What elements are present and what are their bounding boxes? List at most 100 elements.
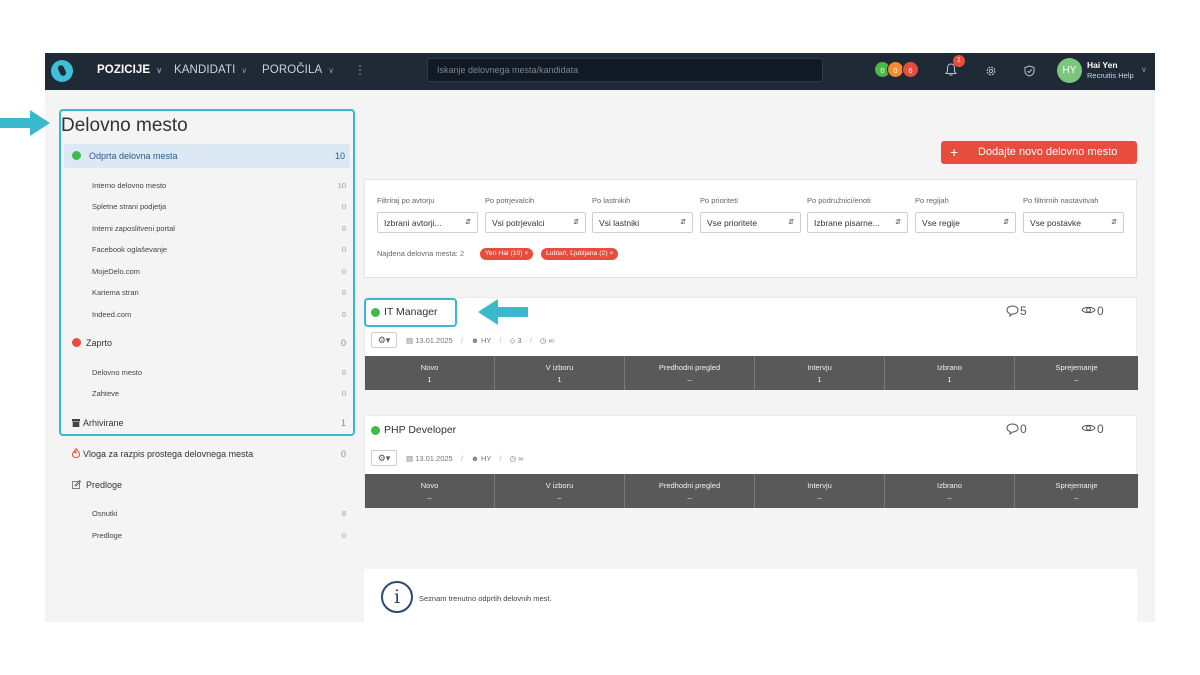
badge-red: 6 bbox=[902, 61, 919, 78]
stage-cell[interactable]: V izboru – bbox=[495, 474, 625, 508]
stage-name: Intervju bbox=[807, 363, 832, 372]
avatar[interactable]: HY bbox=[1057, 58, 1082, 83]
stage-cell[interactable]: Izbrano – bbox=[885, 474, 1015, 508]
stage-value: – bbox=[557, 493, 562, 502]
stage-cell[interactable]: Izbrano 1 bbox=[885, 356, 1015, 390]
filter-branch-select[interactable]: Izbrane pisarne... ⇵ bbox=[807, 212, 908, 233]
filter-priority-select[interactable]: Vse prioritete ⇵ bbox=[700, 212, 801, 233]
filter-panel: Filtriraj po avtorju Izbrani avtorji... ⇵… bbox=[364, 179, 1137, 278]
filter-label: Po podružnici/enoti bbox=[807, 196, 871, 205]
top-navigation: POZICIJE ∨ KANDIDATI ∨ POROČILA ∨ ⋮ Iskanje… bbox=[45, 53, 1155, 90]
stage-cell[interactable]: Intervju – bbox=[755, 474, 885, 508]
stage-cell[interactable]: Novo – bbox=[365, 474, 495, 508]
sidebar-subitem-templates[interactable]: Predloge 0 bbox=[92, 531, 346, 540]
filter-value: Vsi potrjevalci bbox=[492, 218, 545, 228]
info-text: Seznam trenutno odprtih delovnih mest. bbox=[419, 594, 552, 603]
user-icon: ☻ bbox=[471, 336, 479, 345]
stage-bar: Novo – V izboru – Predhodni pregled – Inter… bbox=[365, 474, 1138, 508]
shield-icon[interactable] bbox=[1024, 65, 1035, 77]
filter-author-select[interactable]: Izbrani avtorji... ⇵ bbox=[377, 212, 478, 233]
sidebar-item-count: 0 bbox=[340, 449, 346, 459]
filter-label: Po regijah bbox=[915, 196, 949, 205]
sidebar-item-label: Vloga za razpis prostega delovnega mesta bbox=[83, 449, 254, 459]
filter-label: Po filtrirnih nastavitvah bbox=[1023, 196, 1099, 205]
select-arrow-icon: ⇵ bbox=[465, 219, 471, 226]
position-title-highlight-frame bbox=[364, 298, 457, 327]
stage-name: Izbrano bbox=[936, 481, 963, 490]
stage-cell[interactable]: Novo 1 bbox=[365, 356, 495, 390]
add-position-label: Dodajte novo delovno mesto bbox=[978, 146, 1118, 158]
filter-value: Vse regije bbox=[922, 218, 960, 228]
position-meta: ▤ 13.01.2025 / ☻ HY / ◇ 3 / ◷ ∞ bbox=[406, 336, 554, 345]
filter-tag-author[interactable]: Yen Hai (10) × bbox=[480, 248, 534, 260]
position-card[interactable]: PHP Developer 0 0 ⚙▾ ▤ 13.01.2025 / ☻ HY… bbox=[364, 415, 1138, 508]
user-name[interactable]: Hai Yen bbox=[1087, 60, 1118, 70]
sidebar-highlight-frame bbox=[59, 109, 355, 436]
position-timer: ∞ bbox=[518, 454, 524, 463]
filter-label: Po prioriteti bbox=[700, 196, 738, 205]
stage-name: Novo bbox=[420, 363, 439, 372]
filter-owners-select[interactable]: Vsi lastniki ⇵ bbox=[592, 212, 693, 233]
clock-icon: ◷ bbox=[509, 454, 517, 463]
gear-icon[interactable] bbox=[985, 65, 997, 77]
user-organization: Recruitis Help bbox=[1087, 71, 1134, 80]
sidebar-item-templates[interactable]: Predloge bbox=[61, 480, 350, 490]
position-settings-button[interactable]: ⚙▾ bbox=[371, 332, 397, 348]
stage-name: Predhodni pregled bbox=[658, 363, 721, 372]
filter-approvers-select[interactable]: Vsi potrjevalci ⇵ bbox=[485, 212, 586, 233]
filter-value: Izbrani avtorji... bbox=[384, 218, 442, 228]
filter-saved-settings-select[interactable]: Vse postavke ⇵ bbox=[1023, 212, 1124, 233]
arrow-left-icon bbox=[478, 299, 528, 325]
stage-cell[interactable]: V izboru 1 bbox=[495, 356, 625, 390]
stage-value: – bbox=[817, 493, 822, 502]
nav-kandidati[interactable]: KANDIDATI ∨ bbox=[174, 64, 247, 76]
stage-name: Sprejemanje bbox=[1055, 363, 1098, 372]
position-title[interactable]: PHP Developer bbox=[384, 424, 456, 436]
stage-cell[interactable]: Sprejemanje – bbox=[1015, 356, 1138, 390]
stage-value: – bbox=[1074, 375, 1079, 384]
stage-cell[interactable]: Intervju 1 bbox=[755, 356, 885, 390]
found-count: Najdena delovna mesta: 2 bbox=[377, 249, 464, 258]
stage-name: Sprejemanje bbox=[1055, 481, 1098, 490]
position-settings-button[interactable]: ⚙▾ bbox=[371, 450, 397, 466]
sidebar-item-label: Osnutki bbox=[92, 509, 118, 518]
stage-cell[interactable]: Predhodni pregled – bbox=[625, 356, 755, 390]
filter-region-select[interactable]: Vse regije ⇵ bbox=[915, 212, 1016, 233]
stage-name: Izbrano bbox=[936, 363, 963, 372]
stage-cell[interactable]: Predhodni pregled – bbox=[625, 474, 755, 508]
add-position-button[interactable]: + Dodajte novo delovno mesto bbox=[941, 141, 1137, 164]
calendar-icon: ▤ bbox=[406, 454, 414, 463]
filter-tag-location[interactable]: Lublań, Ljubljana (2) × bbox=[541, 248, 619, 260]
select-arrow-icon: ⇵ bbox=[573, 219, 579, 226]
stage-cell[interactable]: Sprejemanje – bbox=[1015, 474, 1138, 508]
logo-icon[interactable] bbox=[51, 60, 73, 82]
eye-icon bbox=[1081, 306, 1096, 314]
status-dot-green-icon bbox=[371, 426, 380, 435]
sidebar-subitem-drafts[interactable]: Osnutki 8 bbox=[92, 509, 346, 518]
eye-icon bbox=[1081, 424, 1096, 432]
sidebar-item-count: 0 bbox=[341, 531, 346, 540]
select-arrow-icon: ⇵ bbox=[788, 219, 794, 226]
user-icon: ☻ bbox=[471, 454, 479, 463]
views-count: 0 bbox=[1097, 304, 1104, 318]
position-date: 13.01.2025 bbox=[415, 454, 453, 463]
filter-label: Po lastnikih bbox=[592, 196, 631, 205]
plus-icon: + bbox=[950, 144, 959, 160]
stage-value: – bbox=[427, 493, 432, 502]
comments-icon bbox=[1006, 423, 1019, 435]
stage-value: – bbox=[947, 493, 952, 502]
more-menu-icon[interactable]: ⋮ bbox=[354, 63, 366, 77]
position-date: 13.01.2025 bbox=[415, 336, 453, 345]
filter-value: Vsi lastniki bbox=[599, 218, 640, 228]
stage-name: V izboru bbox=[545, 481, 574, 490]
sidebar-item-label: Predloge bbox=[86, 480, 123, 490]
position-owner: HY bbox=[481, 336, 492, 345]
comments-icon bbox=[1006, 305, 1019, 317]
nav-pozicije[interactable]: POZICIJE ∨ bbox=[97, 64, 162, 76]
nav-porocila[interactable]: POROČILA ∨ bbox=[262, 64, 334, 76]
sidebar-item-vacancy-request[interactable]: Vloga za razpis prostega delovnega mesta… bbox=[61, 448, 350, 459]
select-arrow-icon: ⇵ bbox=[1003, 219, 1009, 226]
filter-value: Izbrane pisarne... bbox=[814, 218, 880, 228]
chevron-down-icon[interactable]: ∨ bbox=[1141, 65, 1147, 74]
search-input[interactable]: Iskanje delovnega mesta/kandidata bbox=[427, 58, 823, 82]
